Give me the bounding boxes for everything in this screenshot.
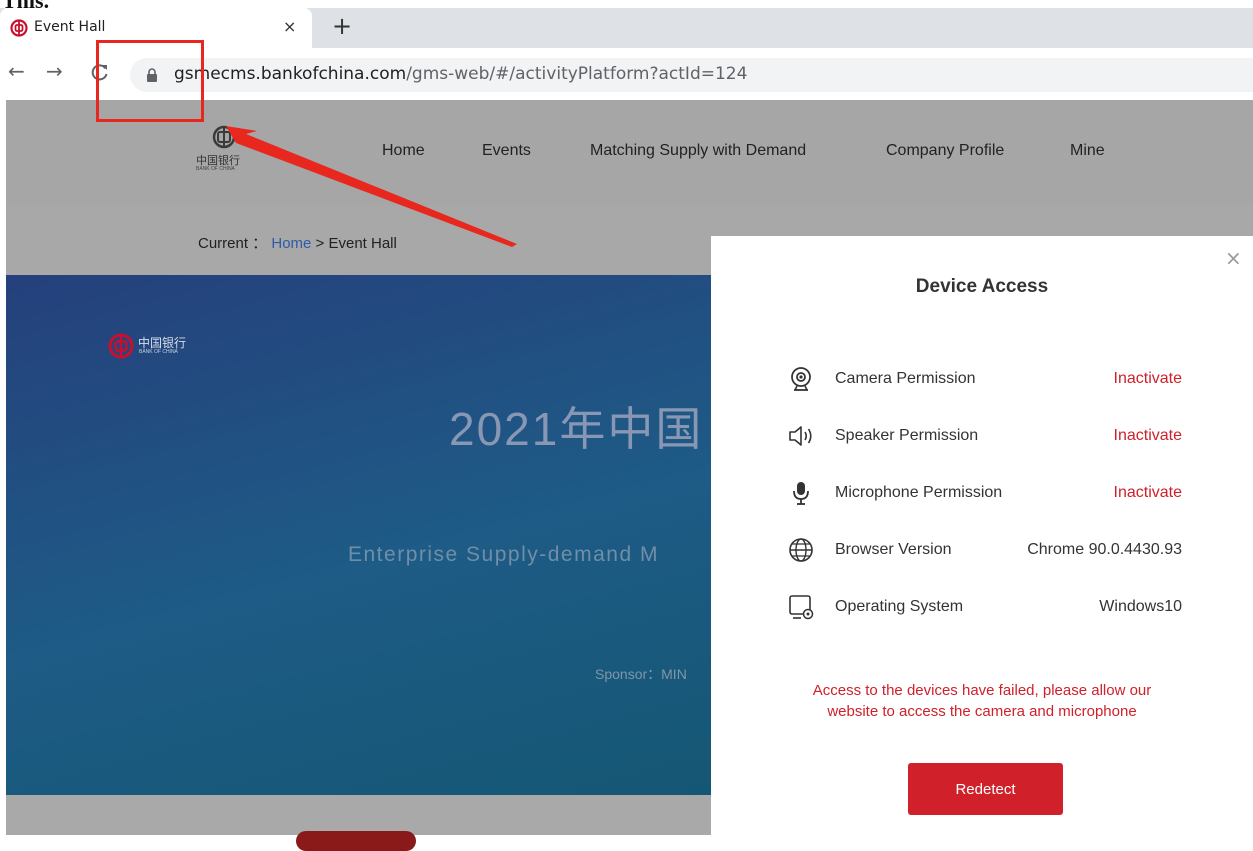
tab-close-icon[interactable]: × <box>283 17 296 36</box>
camera-icon <box>791 367 811 391</box>
device-access-dialog: × Device Access Camera Permission Inacti… <box>711 236 1253 835</box>
microphone-permission-row: Microphone Permission Inactivate <box>787 479 1182 509</box>
banner-logo-subtext: BANK OF CHINA <box>139 349 178 355</box>
bank-of-china-logo[interactable]: 中国银行 BANK OF CHINA <box>194 124 254 179</box>
row-label: Microphone Permission <box>835 484 1003 501</box>
row-label: Speaker Permission <box>835 427 979 444</box>
breadcrumb-prefix: Current ： <box>198 235 268 252</box>
os-value: Windows10 <box>1099 598 1182 615</box>
banner-subtitle: Enterprise Supply-demand M <box>348 543 659 566</box>
nav-matching-supply-demand[interactable]: Matching Supply with Demand <box>590 142 806 160</box>
back-arrow-icon[interactable]: ← <box>8 59 25 83</box>
microphone-icon <box>793 482 809 505</box>
breadcrumb: Current ： Home > Event Hall <box>198 232 397 253</box>
breadcrumb-home-link[interactable]: Home <box>271 235 311 252</box>
new-tab-button[interactable]: + <box>332 12 352 40</box>
forward-arrow-icon[interactable]: → <box>46 59 63 83</box>
banner-sponsor: Sponsor：MIN <box>595 666 687 682</box>
header-logo-subtext: BANK OF CHINA <box>196 166 235 172</box>
dialog-title: Device Access <box>915 276 1049 297</box>
url-text: gsmecms.bankofchina.com/gms-web/#/activi… <box>174 64 747 84</box>
nav-mine[interactable]: Mine <box>1070 142 1105 160</box>
bottom-button-edge[interactable] <box>296 831 416 851</box>
nav-events[interactable]: Events <box>482 142 531 160</box>
status-value: Inactivate <box>1113 427 1182 444</box>
address-bar[interactable]: gsmecms.bankofchina.com/gms-web/#/activi… <box>130 58 1253 92</box>
speaker-icon <box>789 426 812 446</box>
banner-emblem-icon <box>108 333 134 359</box>
url-domain: gsmecms.bankofchina.com <box>174 64 407 84</box>
globe-icon <box>789 538 813 562</box>
camera-permission-row: Camera Permission Inactivate <box>787 365 1182 395</box>
nav-company-profile[interactable]: Company Profile <box>886 142 1004 160</box>
breadcrumb-separator: > <box>315 235 325 252</box>
nav-home[interactable]: Home <box>382 142 425 160</box>
banner-title: 2021年中国 <box>449 403 704 455</box>
tab-title: Event Hall <box>34 19 106 35</box>
operating-system-row: Operating System Windows10 <box>787 593 1182 623</box>
monitor-icon <box>789 595 814 620</box>
error-line-1: Access to the devices have failed, pleas… <box>812 682 1152 699</box>
error-line-2: website to access the camera and microph… <box>827 703 1137 720</box>
status-value: Inactivate <box>1113 484 1182 501</box>
breadcrumb-current: Event Hall <box>328 235 397 252</box>
row-label: Camera Permission <box>835 370 976 387</box>
browser-version-row: Browser Version Chrome 90.0.4430.93 <box>787 536 1182 566</box>
annotation-highlight-box <box>96 40 204 122</box>
error-message: Access to the devices have failed, pleas… <box>711 680 1253 722</box>
redetect-button[interactable]: Redetect <box>908 763 1063 815</box>
bank-of-china-favicon-icon <box>10 19 28 37</box>
status-value: Inactivate <box>1113 370 1182 387</box>
browser-version-value: Chrome 90.0.4430.93 <box>1027 541 1182 558</box>
row-label: Operating System <box>835 598 964 615</box>
close-icon[interactable]: × <box>1225 246 1242 270</box>
row-label: Browser Version <box>835 541 952 558</box>
speaker-permission-row: Speaker Permission Inactivate <box>787 422 1182 452</box>
url-path: /gms-web/#/activityPlatform?actId=124 <box>406 64 748 84</box>
